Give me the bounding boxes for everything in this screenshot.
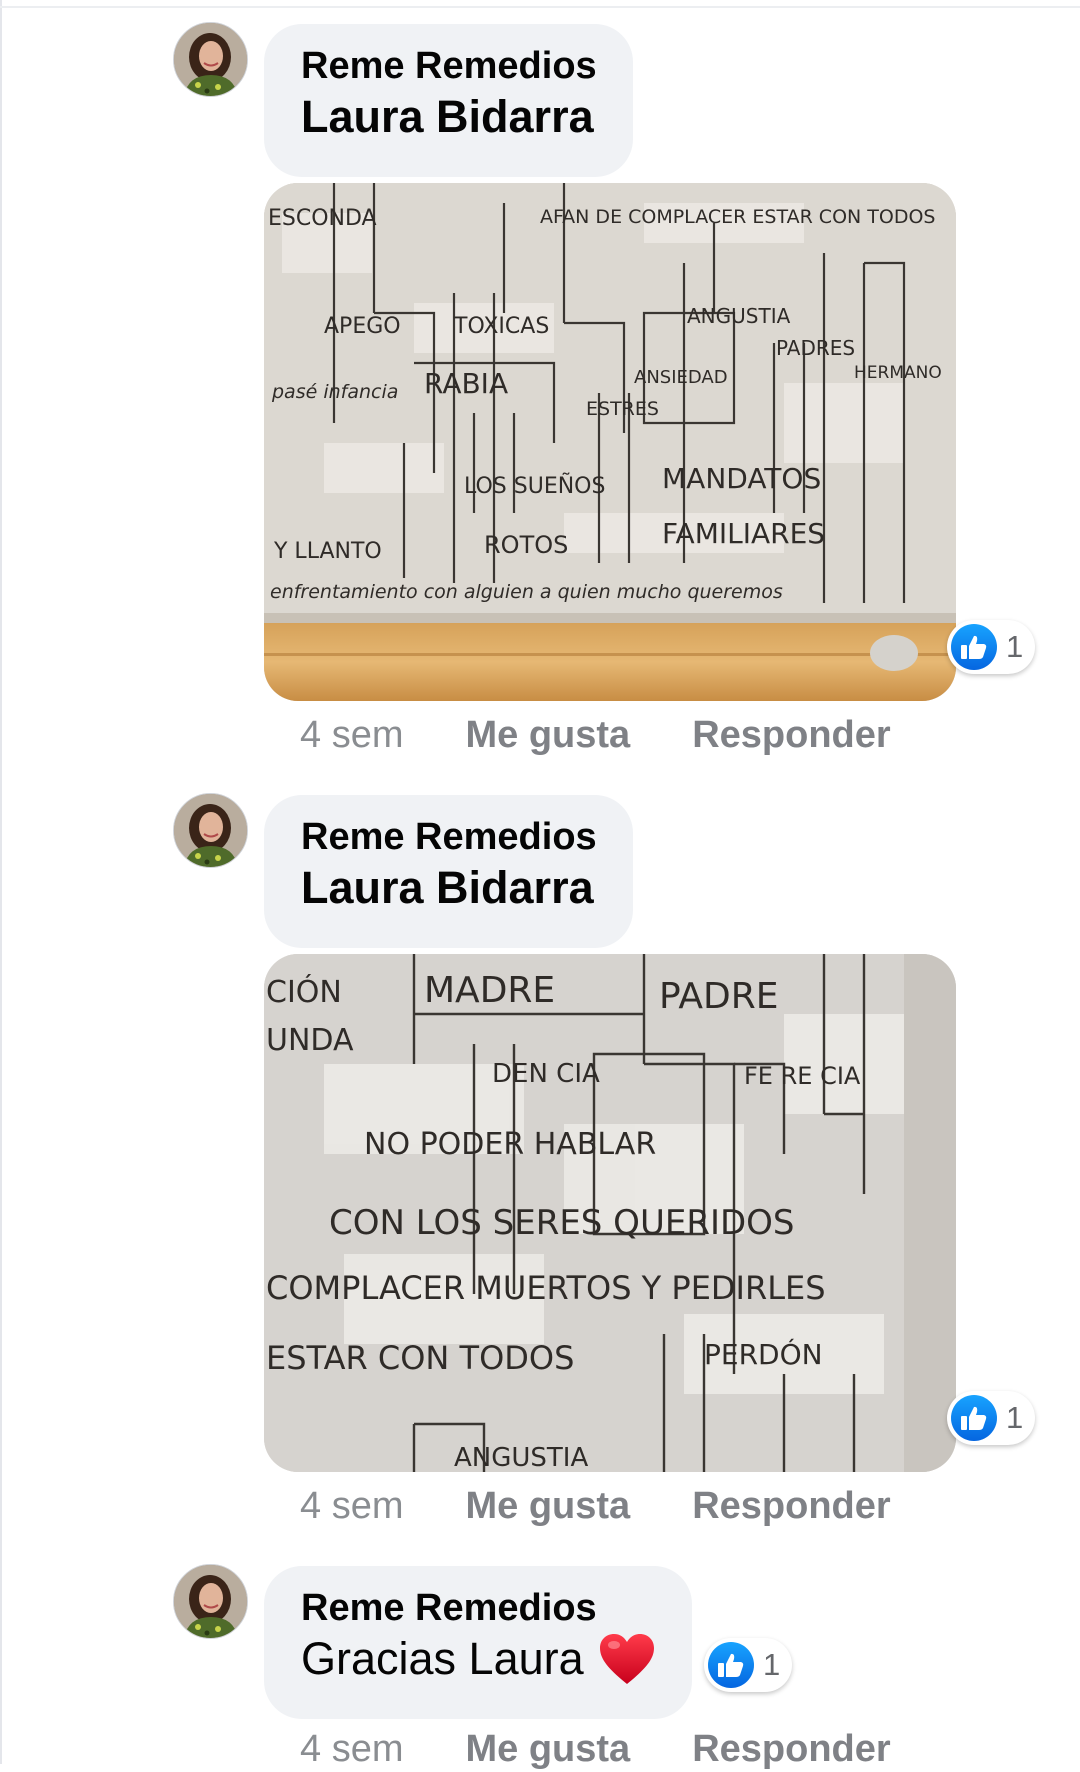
- photo-label: pasé infancia: [271, 381, 398, 403]
- like-button[interactable]: Me gusta: [465, 1726, 630, 1772]
- comment-timestamp[interactable]: 4 sem: [300, 1483, 403, 1529]
- comment-author[interactable]: Reme Remedios: [301, 44, 597, 88]
- photo-label: CON LOS SERES QUERIDOS: [329, 1203, 795, 1243]
- photo-label: FE RE CIA: [744, 1062, 861, 1090]
- photo-label: ANSIEDAD: [634, 367, 728, 388]
- photo-label: ROTOS: [484, 531, 568, 559]
- photo-label: COMPLACER MUERTOS Y PEDIRLES: [266, 1269, 826, 1307]
- reaction-count: 1: [1006, 629, 1024, 664]
- reply-button[interactable]: Responder: [692, 1726, 890, 1772]
- red-heart-emoji-icon: [599, 1634, 654, 1684]
- photo-label: Y LLANTO: [273, 539, 382, 564]
- thumbs-up-icon: [708, 1642, 754, 1688]
- attached-photo[interactable]: ESCONDA AFAN DE COMPLACER ESTAR CON TODO…: [264, 183, 956, 701]
- photo-label: FAMILIARES: [662, 517, 825, 550]
- comment-timestamp[interactable]: 4 sem: [300, 1726, 403, 1772]
- photo-label: PADRES: [776, 336, 855, 360]
- photo-label: DEN CIA: [492, 1059, 600, 1089]
- photo-label: NO PODER HABLAR: [364, 1127, 656, 1162]
- comment-timestamp[interactable]: 4 sem: [300, 712, 403, 758]
- avatar[interactable]: [173, 1564, 248, 1639]
- thumbs-up-icon: [951, 1395, 997, 1441]
- avatar[interactable]: [173, 793, 248, 868]
- thread-left-rule: [0, 0, 2, 1764]
- comment-actions: 4 sem Me gusta Responder: [300, 1726, 891, 1772]
- reaction-count: 1: [1006, 1400, 1024, 1435]
- photo-label: HERMANO: [854, 363, 942, 383]
- comment-author[interactable]: Reme Remedios: [301, 1586, 656, 1630]
- photo-label: ESTRES: [586, 398, 659, 420]
- comment-author[interactable]: Reme Remedios: [301, 815, 597, 859]
- comment-actions: 4 sem Me gusta Responder: [300, 712, 891, 758]
- avatar[interactable]: [173, 22, 248, 97]
- like-button[interactable]: Me gusta: [465, 1483, 630, 1529]
- photo-label: APEGO: [324, 314, 401, 339]
- photo-label: UNDA: [266, 1023, 354, 1058]
- reply-button[interactable]: Responder: [692, 712, 890, 758]
- reaction-count: 1: [763, 1647, 781, 1682]
- reaction-summary[interactable]: 1: [947, 620, 1035, 674]
- reaction-summary[interactable]: 1: [704, 1638, 792, 1692]
- photo-label: ANGUSTIA: [687, 304, 791, 328]
- mention-tag[interactable]: Laura Bidarra: [301, 88, 597, 146]
- photo-label: ANGUSTIA: [454, 1443, 588, 1472]
- photo-label: MADRE: [424, 970, 555, 1011]
- attached-photo[interactable]: MADRE PADRE CIÓN UNDA DEN CIA FE RE CIA …: [264, 954, 956, 1472]
- comment-bubble[interactable]: Reme Remedios Laura Bidarra: [264, 795, 633, 948]
- photo-label: MANDATOS: [662, 462, 821, 495]
- comment-bubble[interactable]: Reme Remedios Gracias Laura: [264, 1566, 692, 1719]
- photo-label: AFAN DE COMPLACER ESTAR CON TODOS: [540, 206, 936, 228]
- comment-actions: 4 sem Me gusta Responder: [300, 1483, 891, 1529]
- comment-text: Gracias Laura: [301, 1630, 656, 1688]
- top-divider: [0, 6, 1080, 8]
- photo-label: RABIA: [424, 367, 508, 400]
- photo-label: ESTAR CON TODOS: [266, 1339, 574, 1377]
- photo-label: LOS SUEÑOS: [464, 472, 605, 499]
- photo-label: CIÓN: [266, 973, 342, 1010]
- like-button[interactable]: Me gusta: [465, 712, 630, 758]
- mention-tag[interactable]: Laura Bidarra: [301, 859, 597, 917]
- reaction-summary[interactable]: 1: [947, 1391, 1035, 1445]
- photo-label: enfrentamiento con alguien a quien mucho…: [270, 581, 783, 603]
- photo-label: PERDÓN: [704, 1337, 823, 1371]
- photo-label: TOXICAS: [453, 314, 549, 339]
- photo-label: ESCONDA: [268, 206, 377, 231]
- photo-label: PADRE: [659, 976, 779, 1017]
- reply-button[interactable]: Responder: [692, 1483, 890, 1529]
- comment-bubble[interactable]: Reme Remedios Laura Bidarra: [264, 24, 633, 177]
- thumbs-up-icon: [951, 624, 997, 670]
- comment-text-content: Gracias Laura: [301, 1633, 584, 1684]
